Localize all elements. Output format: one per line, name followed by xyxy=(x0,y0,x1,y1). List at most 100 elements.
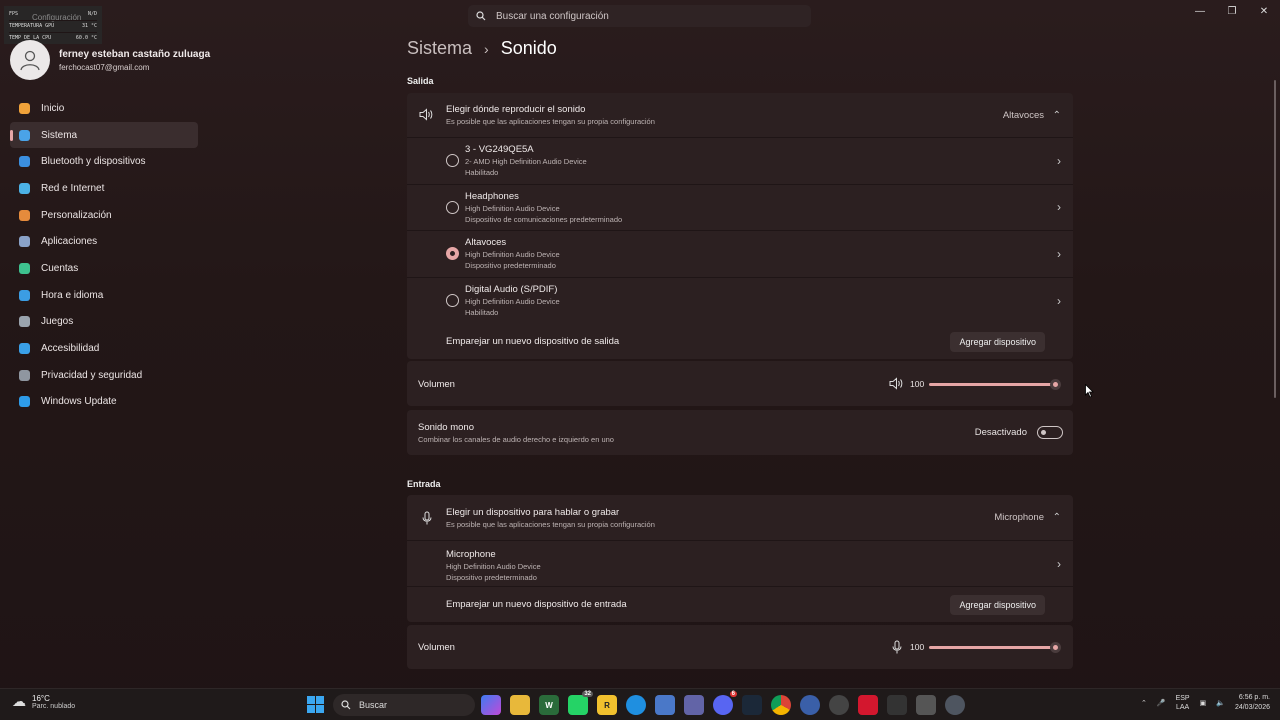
sidebar-item-sistema[interactable]: Sistema xyxy=(10,121,198,149)
word-app-icon[interactable]: W xyxy=(539,695,559,715)
input-device-row[interactable]: Microphone High Definition Audio Device … xyxy=(407,541,1073,587)
system-icon xyxy=(17,128,31,142)
volume-icon[interactable]: 🔈 xyxy=(1216,699,1225,707)
network-icon[interactable]: ▣ xyxy=(1200,699,1207,707)
microphone-icon xyxy=(892,640,902,657)
steam-icon[interactable] xyxy=(742,695,762,715)
chevron-up-icon[interactable]: ⌃ xyxy=(1141,699,1147,707)
minimize-button[interactable]: — xyxy=(1184,3,1216,19)
whatsapp-icon[interactable]: 32 xyxy=(568,691,593,715)
output-pair-row: Emparejar un nuevo dispositivo de salida… xyxy=(407,324,1073,359)
input-volume-label: Volumen xyxy=(418,642,455,653)
output-device-list: 3 - VG249QE5A 2- AMD High Definition Audi… xyxy=(407,138,1073,324)
slider-thumb[interactable] xyxy=(1050,642,1061,653)
input-device-detail: High Definition Audio Device xyxy=(446,562,541,571)
breadcrumb-parent[interactable]: Sistema xyxy=(407,38,472,59)
breadcrumb: Sistema › Sonido xyxy=(407,38,557,59)
close-button[interactable]: ✕ xyxy=(1248,3,1280,19)
discord-icon[interactable]: 6 xyxy=(713,691,737,715)
teams-icon[interactable] xyxy=(684,695,704,715)
avatar xyxy=(10,40,50,80)
globe-icon xyxy=(17,288,31,302)
apps-icon xyxy=(17,235,31,249)
shield-icon xyxy=(17,368,31,382)
input-volume-value: 100 xyxy=(910,642,925,652)
scrollbar[interactable] xyxy=(1274,80,1276,398)
sidebar-item-juegos[interactable]: Juegos xyxy=(10,309,198,336)
section-output-label: Salida xyxy=(407,76,434,86)
sidebar-item-label: Personalización xyxy=(41,209,112,221)
clock[interactable]: 6:56 p. m. 24/03/2026 xyxy=(1235,693,1270,713)
sidebar-item-personalización[interactable]: Personalización xyxy=(10,202,198,229)
device-radio[interactable] xyxy=(446,294,459,308)
output-header-subtitle: Es posible que las aplicaciones tengan s… xyxy=(446,117,655,126)
copilot-icon[interactable] xyxy=(481,695,501,715)
file-explorer-icon[interactable] xyxy=(510,695,530,715)
rockstar-icon[interactable]: R xyxy=(597,695,617,715)
device-name: 3 - VG249QE5A xyxy=(465,144,534,156)
sidebar-item-red-e-internet[interactable]: Red e Internet xyxy=(10,175,198,202)
input-device-header[interactable]: Elegir un dispositivo para hablar o grab… xyxy=(407,495,1073,541)
input-device-name: Microphone xyxy=(446,549,496,560)
profile-name: ferney esteban castaño zuluaga xyxy=(59,48,211,60)
device-status: Dispositivo predeterminado xyxy=(465,261,556,271)
sidebar-item-inicio[interactable]: Inicio xyxy=(10,95,198,122)
maximize-button[interactable]: ❐ xyxy=(1216,3,1248,19)
output-device-row[interactable]: 3 - VG249QE5A 2- AMD High Definition Audi… xyxy=(407,138,1073,185)
weather-temp: 16°C xyxy=(32,693,50,703)
update-icon xyxy=(17,395,31,409)
device-radio[interactable] xyxy=(446,154,459,168)
sidebar-item-label: Privacidad y seguridad xyxy=(41,369,143,381)
input-volume-card: Volumen 100 xyxy=(407,625,1073,669)
search-placeholder: Buscar una configuración xyxy=(496,10,609,22)
sidebar-item-hora-e-idioma[interactable]: Hora e idioma xyxy=(10,282,198,309)
sidebar-item-accesibilidad[interactable]: Accesibilidad xyxy=(10,335,198,362)
edge-icon[interactable] xyxy=(626,695,646,715)
settings-gear-icon[interactable] xyxy=(945,695,965,715)
xbox-icon[interactable] xyxy=(829,695,849,715)
sidebar-item-privacidad-y-seguridad[interactable]: Privacidad y seguridad xyxy=(10,362,198,389)
device-radio[interactable] xyxy=(446,247,459,261)
output-device-header[interactable]: Elegir dónde reproducir el sonido Es pos… xyxy=(407,93,1073,138)
output-device-row[interactable]: Altavoces High Definition Audio Device Dis… xyxy=(407,231,1073,278)
mono-toggle[interactable] xyxy=(1037,426,1063,439)
device-radio[interactable] xyxy=(446,200,459,214)
store-icon[interactable] xyxy=(655,695,675,715)
sidebar-item-bluetooth-y-dispositivos[interactable]: Bluetooth y dispositivos xyxy=(10,148,198,175)
microphone-icon[interactable]: 🎤 xyxy=(1157,699,1166,707)
device-name: Altavoces xyxy=(465,237,507,249)
output-device-row[interactable]: Digital Audio (S/PDIF) High Definition Au… xyxy=(407,278,1073,325)
clock-time: 6:56 p. m. xyxy=(1238,694,1270,701)
overlay-label: FPS xyxy=(9,11,19,17)
input-selected-value: Microphone xyxy=(994,512,1044,523)
sidebar-item-windows-update[interactable]: Windows Update xyxy=(10,389,198,416)
add-input-device-button[interactable]: Agregar dispositivo xyxy=(950,594,1045,615)
windows-start-icon[interactable] xyxy=(307,696,324,713)
system-tray: ⌃ 🎤 ESP LAA ▣ 🔈 6:56 p. m. 24/03/2026 xyxy=(1141,693,1270,713)
restore-icon: ❐ xyxy=(1227,5,1237,17)
settings-search-input[interactable]: Buscar una configuración xyxy=(468,5,811,27)
amd-icon[interactable] xyxy=(858,695,878,715)
output-device-row[interactable]: Headphones High Definition Audio Device Di… xyxy=(407,185,1073,231)
add-output-device-button[interactable]: Agregar dispositivo xyxy=(950,331,1045,352)
search-icon xyxy=(341,700,351,710)
sidebar-item-cuentas[interactable]: Cuentas xyxy=(10,255,198,282)
language-indicator[interactable]: ESP LAA xyxy=(1176,694,1190,712)
input-volume-slider[interactable] xyxy=(929,642,1061,653)
user-profile[interactable]: ferney esteban castaño zuluaga ferchocas… xyxy=(10,40,210,80)
terminal-icon[interactable] xyxy=(887,695,907,715)
taskbar-search[interactable]: Buscar xyxy=(333,694,475,716)
weather-widget[interactable]: ☁ 16°C Parc. nublado xyxy=(12,693,75,710)
sidebar-item-label: Sistema xyxy=(41,129,78,141)
sidebar-item-label: Cuentas xyxy=(41,262,79,274)
notepad-icon[interactable] xyxy=(916,695,936,715)
chevron-right-icon: › xyxy=(1057,200,1061,215)
lang-region: LAA xyxy=(1175,704,1190,711)
chrome-icon[interactable] xyxy=(771,695,791,715)
sidebar-item-aplicaciones[interactable]: Aplicaciones xyxy=(10,228,198,255)
slider-thumb[interactable] xyxy=(1050,379,1061,390)
chevron-right-icon: › xyxy=(1057,293,1061,308)
output-volume-slider[interactable] xyxy=(929,379,1061,390)
lang-code: ESP xyxy=(1175,695,1190,702)
app-icon[interactable] xyxy=(800,695,820,715)
